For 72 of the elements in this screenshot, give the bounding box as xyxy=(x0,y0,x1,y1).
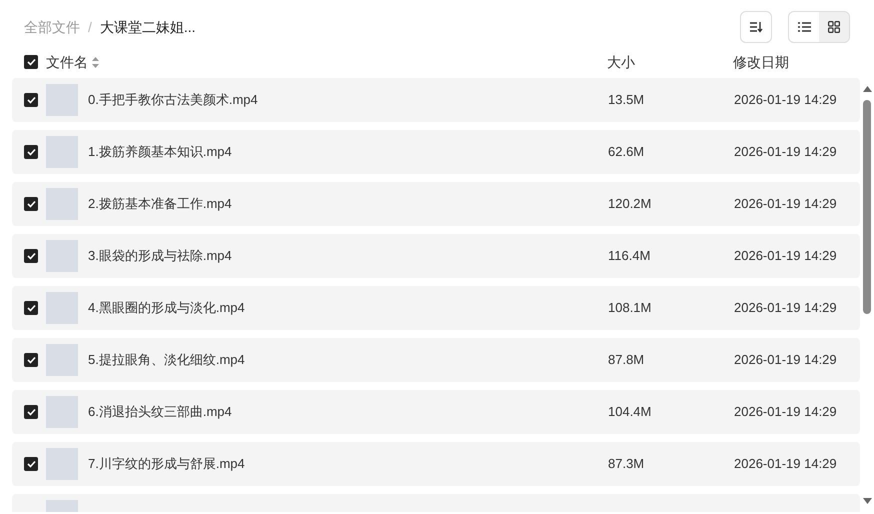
sort-toggle-icon[interactable] xyxy=(92,56,99,68)
file-name[interactable]: 4.黑眼圈的形成与淡化.mp4 xyxy=(88,298,608,318)
column-header: 大小 xyxy=(607,52,636,72)
file-name[interactable]: 7.川字纹的形成与舒展.mp4 xyxy=(88,454,608,474)
file-size: 87.8M xyxy=(608,351,646,370)
file-name[interactable]: 5.提拉眼角、淡化细纹.mp4 xyxy=(88,350,608,370)
file-name[interactable]: 2.拨筋基本准备工作.mp4 xyxy=(88,194,608,214)
list-view-button[interactable] xyxy=(789,12,819,42)
checkbox[interactable] xyxy=(24,249,38,263)
file-name[interactable]: 3.眼袋的形成与祛除.mp4 xyxy=(88,246,608,266)
column-header: 修改日期 xyxy=(733,52,789,72)
file-size: 116.4M xyxy=(608,247,652,266)
checkbox[interactable] xyxy=(24,93,38,107)
file-row[interactable]: 2.拨筋基本准备工作.mp4 120.2M 2026-01-19 14:29 xyxy=(12,182,860,226)
video-thumbnail xyxy=(46,136,78,168)
file-name[interactable]: 0.手把手教你古法美颜术.mp4 xyxy=(88,90,608,110)
breadcrumb-current: 大课堂二妹姐... xyxy=(100,18,196,36)
checkmark-icon xyxy=(26,460,36,468)
file-size: 120.2M xyxy=(608,195,652,214)
video-thumbnail xyxy=(46,188,78,220)
list-icon xyxy=(798,22,810,32)
checkbox[interactable] xyxy=(24,457,38,471)
modified-date: 2026-01-19 14:29 xyxy=(734,143,837,162)
checkbox[interactable] xyxy=(24,145,38,159)
breadcrumb-separator: / xyxy=(88,18,92,36)
sort-icon xyxy=(749,21,763,33)
checkbox[interactable] xyxy=(24,405,38,419)
checkmark-icon xyxy=(26,200,36,208)
modified-date: 2026-01-19 14:29 xyxy=(734,195,837,214)
checkmark-icon xyxy=(26,408,36,416)
video-thumbnail xyxy=(46,396,78,428)
modified-date: 2026-01-19 14:29 xyxy=(734,91,837,110)
checkmark-icon xyxy=(26,58,36,66)
checkbox[interactable] xyxy=(24,301,38,315)
file-row[interactable]: 7.川字纹的形成与舒展.mp4 87.3M 2026-01-19 14:29 xyxy=(12,442,860,486)
checkmark-icon xyxy=(26,148,36,156)
checkmark-icon xyxy=(26,252,36,260)
modified-date: 2026-01-19 14:29 xyxy=(734,299,837,318)
checkmark-icon xyxy=(26,356,36,364)
file-size: 104.4M xyxy=(608,403,652,422)
file-row[interactable]: 3.眼袋的形成与祛除.mp4 116.4M 2026-01-19 14:29 xyxy=(12,234,860,278)
file-size: 62.6M xyxy=(608,143,646,162)
file-row[interactable]: 4.黑眼圈的形成与淡化.mp4 108.1M 2026-01-19 14:29 xyxy=(12,286,860,330)
video-thumbnail xyxy=(46,448,78,480)
checkbox[interactable] xyxy=(24,353,38,367)
video-thumbnail xyxy=(46,344,78,376)
video-thumbnail xyxy=(46,292,78,324)
file-size: 108.1M xyxy=(608,299,652,318)
checkmark-icon xyxy=(26,304,36,312)
modified-date: 2026-01-19 14:29 xyxy=(734,247,837,266)
file-size: 13.5M xyxy=(608,91,646,110)
modified-date: 2026-01-19 14:29 xyxy=(734,351,837,370)
video-thumbnail xyxy=(46,84,78,116)
modified-date: 2026-01-19 14:29 xyxy=(734,455,837,474)
file-row[interactable]: 5.提拉眼角、淡化细纹.mp4 87.8M 2026-01-19 14:29 xyxy=(12,338,860,382)
checkbox[interactable] xyxy=(24,197,38,211)
checkbox[interactable] xyxy=(24,55,38,69)
file-row[interactable]: 0.手把手教你古法美颜术.mp4 13.5M 2026-01-19 14:29 xyxy=(12,78,860,122)
scrollbar-thumb[interactable] xyxy=(863,100,871,314)
file-size: 87.3M xyxy=(608,455,646,474)
file-name[interactable]: 1.拨筋养颜基本知识.mp4 xyxy=(88,142,608,162)
file-row[interactable]: 1.拨筋养颜基本知识.mp4 62.6M 2026-01-19 14:29 xyxy=(12,130,860,174)
grid-icon xyxy=(828,21,840,33)
file-name[interactable]: 6.消退抬头纹三部曲.mp4 xyxy=(88,402,608,422)
scroll-down-icon[interactable] xyxy=(862,498,872,504)
modified-date: 2026-01-19 14:29 xyxy=(734,403,837,422)
scroll-up-icon[interactable] xyxy=(862,86,872,92)
file-row[interactable]: 6.消退抬头纹三部曲.mp4 104.4M 2026-01-19 14:29 xyxy=(12,390,860,434)
checkmark-icon xyxy=(26,96,36,104)
sort-button[interactable] xyxy=(740,11,772,43)
video-thumbnail xyxy=(46,240,78,272)
column-header: 文件名 xyxy=(46,52,88,72)
